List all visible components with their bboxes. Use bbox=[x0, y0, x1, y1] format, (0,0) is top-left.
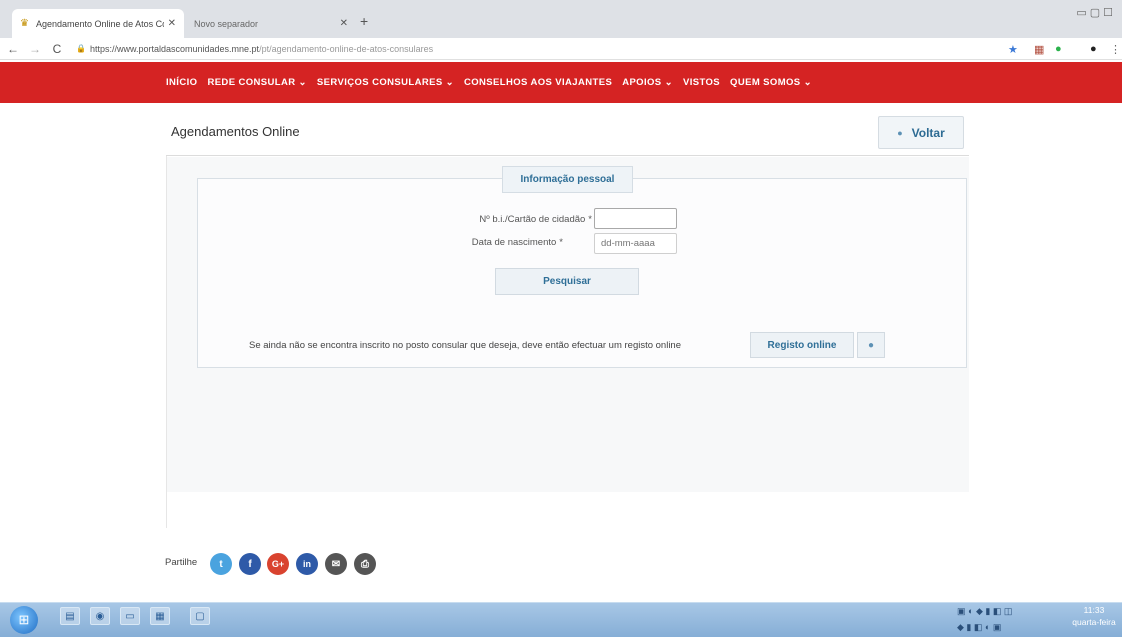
system-tray-icons-row2[interactable]: ◆ ▮ ◧ ◐ ▣ bbox=[957, 622, 1001, 633]
start-button-icon[interactable]: ⊞ bbox=[10, 606, 38, 634]
browser-tab-strip: ♛ Agendamento Online de Atos Cons. ✕ Nov… bbox=[0, 0, 1122, 38]
taskbar-window-icon[interactable]: ▢ bbox=[190, 607, 210, 625]
url-host: https://www.portaldascomunidades.mne.pt bbox=[89, 43, 260, 54]
bookmark-star-icon[interactable]: ★ bbox=[1008, 43, 1018, 56]
window-controls[interactable]: ▭▢☐ bbox=[1076, 6, 1116, 19]
taskbar-clock[interactable]: 11:33 quarta-feira bbox=[1070, 604, 1118, 628]
new-tab-plus-icon[interactable]: + bbox=[360, 13, 368, 29]
page-header: Agendamentos Online ● Voltar bbox=[166, 110, 969, 156]
nav-item-conselhos-viajantes[interactable]: CONSELHOS AOS VIAJANTES bbox=[464, 77, 612, 88]
extension-green-icon[interactable]: ● bbox=[1055, 43, 1062, 55]
facebook-share-icon[interactable]: f bbox=[239, 553, 261, 575]
birth-date-input[interactable] bbox=[594, 233, 677, 254]
search-button[interactable]: Pesquisar bbox=[495, 268, 639, 295]
google-plus-share-icon[interactable]: G+ bbox=[267, 553, 289, 575]
info-icon[interactable]: ● bbox=[857, 332, 885, 358]
circle-icon: ● bbox=[897, 127, 903, 138]
fieldset-legend: Informação pessoal bbox=[502, 166, 633, 193]
taskbar-folder-icon[interactable]: ▭ bbox=[120, 607, 140, 625]
address-bar: ← → C 🔒 https://www.portaldascomunidades… bbox=[0, 38, 1122, 60]
email-share-icon[interactable]: ✉ bbox=[325, 553, 347, 575]
id-number-input[interactable] bbox=[594, 208, 677, 229]
back-button[interactable]: ● Voltar bbox=[878, 116, 964, 149]
system-tray-icons[interactable]: ▣ ◐ ◆ ▮ ◧ ◫ bbox=[957, 606, 1012, 617]
nav-item-servicos-consulares[interactable]: SERVIÇOS CONSULARES ⌄ bbox=[317, 77, 454, 88]
tab-new[interactable]: Novo separador ✕ bbox=[186, 9, 356, 38]
url-field[interactable]: 🔒 https://www.portaldascomunidades.mne.p… bbox=[76, 44, 433, 54]
lock-icon: 🔒 bbox=[76, 44, 86, 53]
nav-item-vistos[interactable]: VISTOS bbox=[683, 77, 720, 88]
tab-agendamento[interactable]: ♛ Agendamento Online de Atos Cons. ✕ bbox=[12, 9, 184, 38]
main-navigation: INÍCIO REDE CONSULAR ⌄ SERVIÇOS CONSULAR… bbox=[0, 62, 1122, 103]
extension-icon[interactable]: ▦ bbox=[1034, 43, 1044, 56]
clock-day: quarta-feira bbox=[1072, 617, 1116, 627]
back-button-label: Voltar bbox=[911, 125, 945, 140]
back-arrow-icon[interactable]: ← bbox=[4, 42, 22, 56]
nav-item-inicio[interactable]: INÍCIO bbox=[166, 77, 197, 88]
taskbar-chrome-icon[interactable]: ◉ bbox=[90, 607, 110, 625]
site-favicon-icon: ♛ bbox=[20, 17, 29, 29]
register-hint-text: Se ainda não se encontra inscrito no pos… bbox=[249, 340, 682, 351]
url-path: /pt/agendamento-online-de-atos-consulare… bbox=[259, 43, 434, 54]
clock-time: 11:33 bbox=[1083, 605, 1105, 615]
nav-item-rede-consular[interactable]: REDE CONSULAR ⌄ bbox=[207, 77, 306, 88]
reload-icon[interactable]: C bbox=[48, 42, 66, 56]
print-share-icon[interactable]: ⎙ bbox=[354, 553, 376, 575]
register-online-button[interactable]: Registo online bbox=[750, 332, 854, 358]
taskbar-app-icon[interactable]: ▦ bbox=[150, 607, 170, 625]
share-label: Partilhe bbox=[165, 557, 198, 568]
tab-title: Novo separador bbox=[194, 18, 259, 29]
twitter-share-icon[interactable]: t bbox=[210, 553, 232, 575]
forward-arrow-icon[interactable]: → bbox=[26, 42, 44, 56]
nav-item-apoios[interactable]: APOIOS ⌄ bbox=[622, 77, 673, 88]
close-tab-icon[interactable]: ✕ bbox=[340, 18, 348, 29]
birth-date-label: Data de nascimento * bbox=[471, 237, 563, 248]
taskbar-explorer-icon[interactable]: ▤ bbox=[60, 607, 80, 625]
close-tab-icon[interactable]: ✕ bbox=[168, 18, 176, 29]
nav-item-quem-somos[interactable]: QUEM SOMOS ⌄ bbox=[730, 77, 812, 88]
page-title: Agendamentos Online bbox=[171, 124, 300, 139]
tab-title: Agendamento Online de Atos Cons. bbox=[36, 18, 164, 29]
menu-dots-icon[interactable]: ⋮ bbox=[1110, 43, 1121, 56]
profile-avatar-icon[interactable]: ● bbox=[1090, 43, 1097, 55]
linkedin-share-icon[interactable]: in bbox=[296, 553, 318, 575]
id-number-label: Nº b.i./Cartão de cidadão * bbox=[479, 214, 592, 225]
